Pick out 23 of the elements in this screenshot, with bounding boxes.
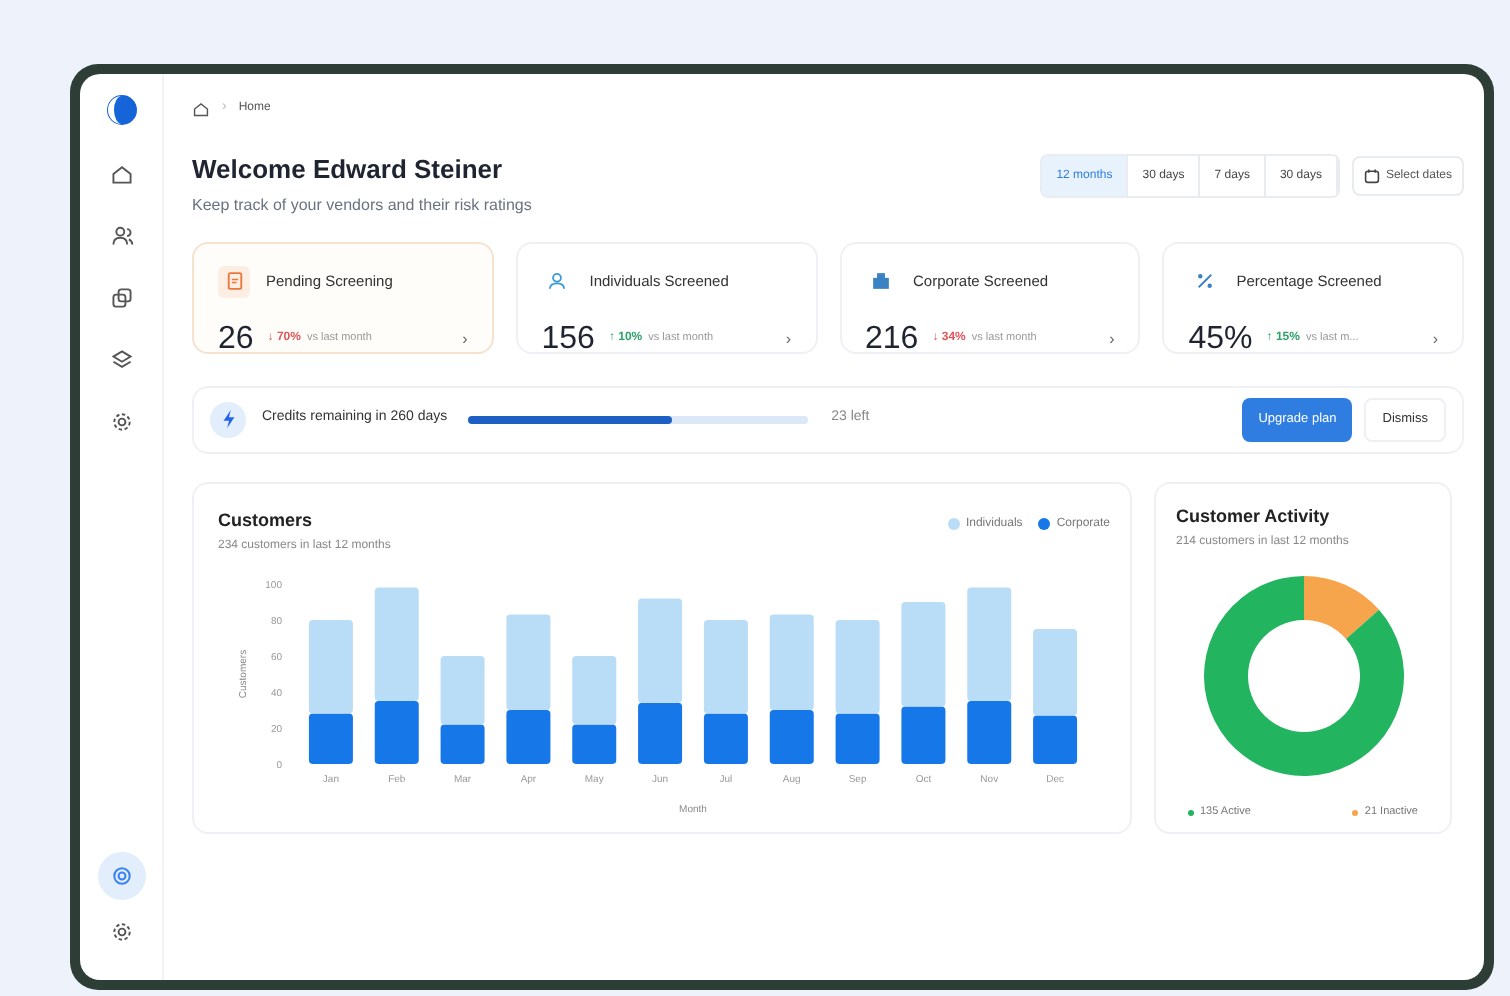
users-icon bbox=[109, 224, 133, 248]
logo-icon bbox=[105, 94, 137, 126]
sidebar-item[interactable] bbox=[97, 852, 145, 900]
copy-icon bbox=[109, 286, 133, 310]
home-icon bbox=[109, 162, 133, 186]
chevron-icon[interactable]: › bbox=[785, 327, 791, 351]
stat-value: 26 bbox=[218, 319, 254, 359]
chart-title: Customers bbox=[218, 507, 313, 533]
chevron-icon[interactable]: › bbox=[1432, 327, 1438, 351]
stat-value: 216 bbox=[865, 319, 919, 359]
layers-icon bbox=[109, 348, 133, 372]
chevron-icon[interactable]: › bbox=[462, 327, 468, 351]
home-icon[interactable] bbox=[192, 99, 210, 117]
chevron-icon[interactable]: › bbox=[1109, 327, 1115, 351]
calendar-icon bbox=[1363, 168, 1380, 184]
stat-value: 45% bbox=[1188, 319, 1253, 359]
bolt-icon bbox=[210, 401, 246, 437]
page-subtitle: Keep track of your vendors and their risk ratings bbox=[192, 193, 532, 217]
stat-value: 156 bbox=[541, 319, 595, 359]
page-title: Welcome Edward Steiner bbox=[192, 152, 505, 188]
document-icon bbox=[218, 265, 250, 297]
support-icon bbox=[109, 864, 133, 888]
chart-title: Customer Activity bbox=[1176, 503, 1332, 530]
